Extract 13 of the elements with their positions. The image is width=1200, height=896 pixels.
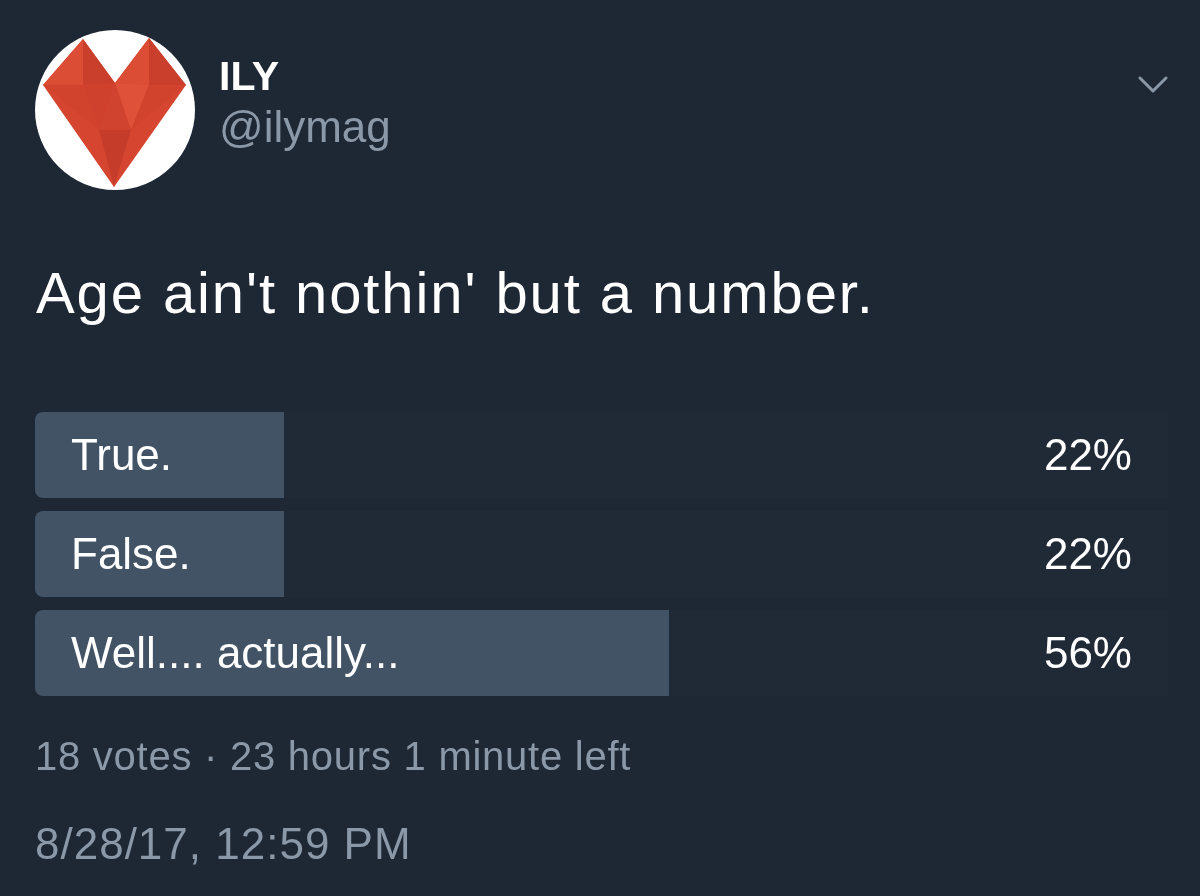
tweet-text: Age ain't nothin' but a number. [36, 259, 876, 327]
author-name: ILY [219, 53, 281, 99]
author-handle: @ilymag [219, 101, 391, 153]
poll-percentage: 56% [1043, 627, 1132, 679]
poll-percentage: 22% [1043, 429, 1132, 481]
poll-option-label: False. [71, 528, 191, 580]
poll-option-label: Well.... actually... [71, 627, 400, 679]
chevron-down-icon[interactable] [1138, 76, 1168, 94]
poll-summary: 18 votes · 23 hours 1 minute left [35, 733, 633, 780]
poll-option-label: True. [71, 429, 173, 481]
poll-percentage: 22% [1043, 528, 1132, 580]
heart-avatar-icon [35, 30, 195, 190]
tweet-timestamp: 8/28/17, 12:59 PM [35, 818, 413, 870]
